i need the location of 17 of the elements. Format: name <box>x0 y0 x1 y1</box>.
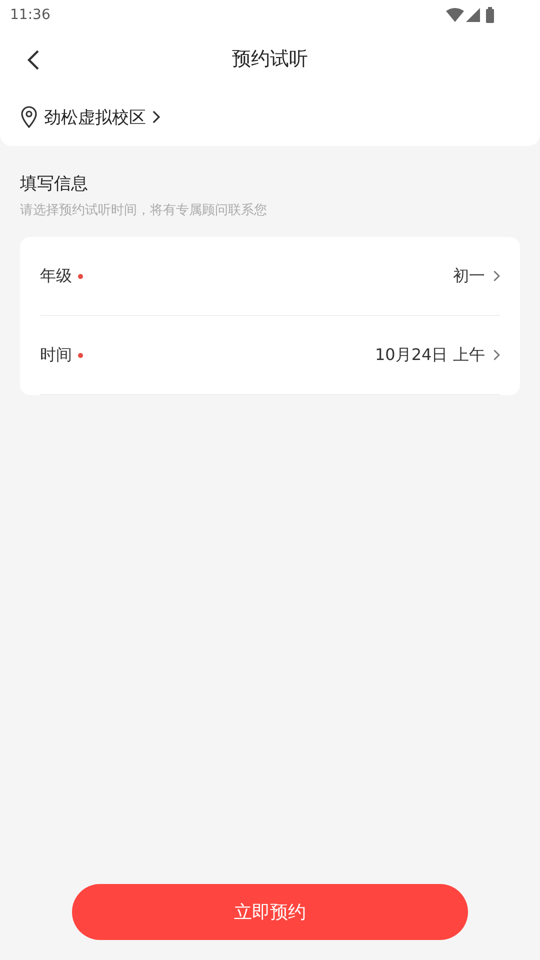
form-row[interactable]: 时间 10月24日 上午 <box>40 316 500 395</box>
back-icon[interactable] <box>26 49 40 71</box>
field-label: 时间 <box>40 344 72 366</box>
chevron-right-icon <box>492 349 500 361</box>
form-row[interactable]: 年级 初一 <box>40 237 500 316</box>
chevron-right-icon <box>152 110 160 124</box>
field-value: 初一 <box>452 266 485 286</box>
status-time: 11:36 <box>10 7 50 23</box>
campus-selector[interactable]: 劲松虚拟校区 <box>0 88 540 146</box>
page-title: 预约试听 <box>232 47 308 72</box>
location-pin-icon <box>20 106 38 128</box>
chevron-right-icon <box>492 270 500 282</box>
section-subtitle: 请选择预约试听时间，将有专属顾问联系您 <box>20 202 268 219</box>
field-value: 10月24日 上午 <box>375 344 485 366</box>
campus-name: 劲松虚拟校区 <box>44 106 146 128</box>
section-title: 填写信息 <box>20 173 89 195</box>
field-label: 年级 <box>40 266 72 286</box>
